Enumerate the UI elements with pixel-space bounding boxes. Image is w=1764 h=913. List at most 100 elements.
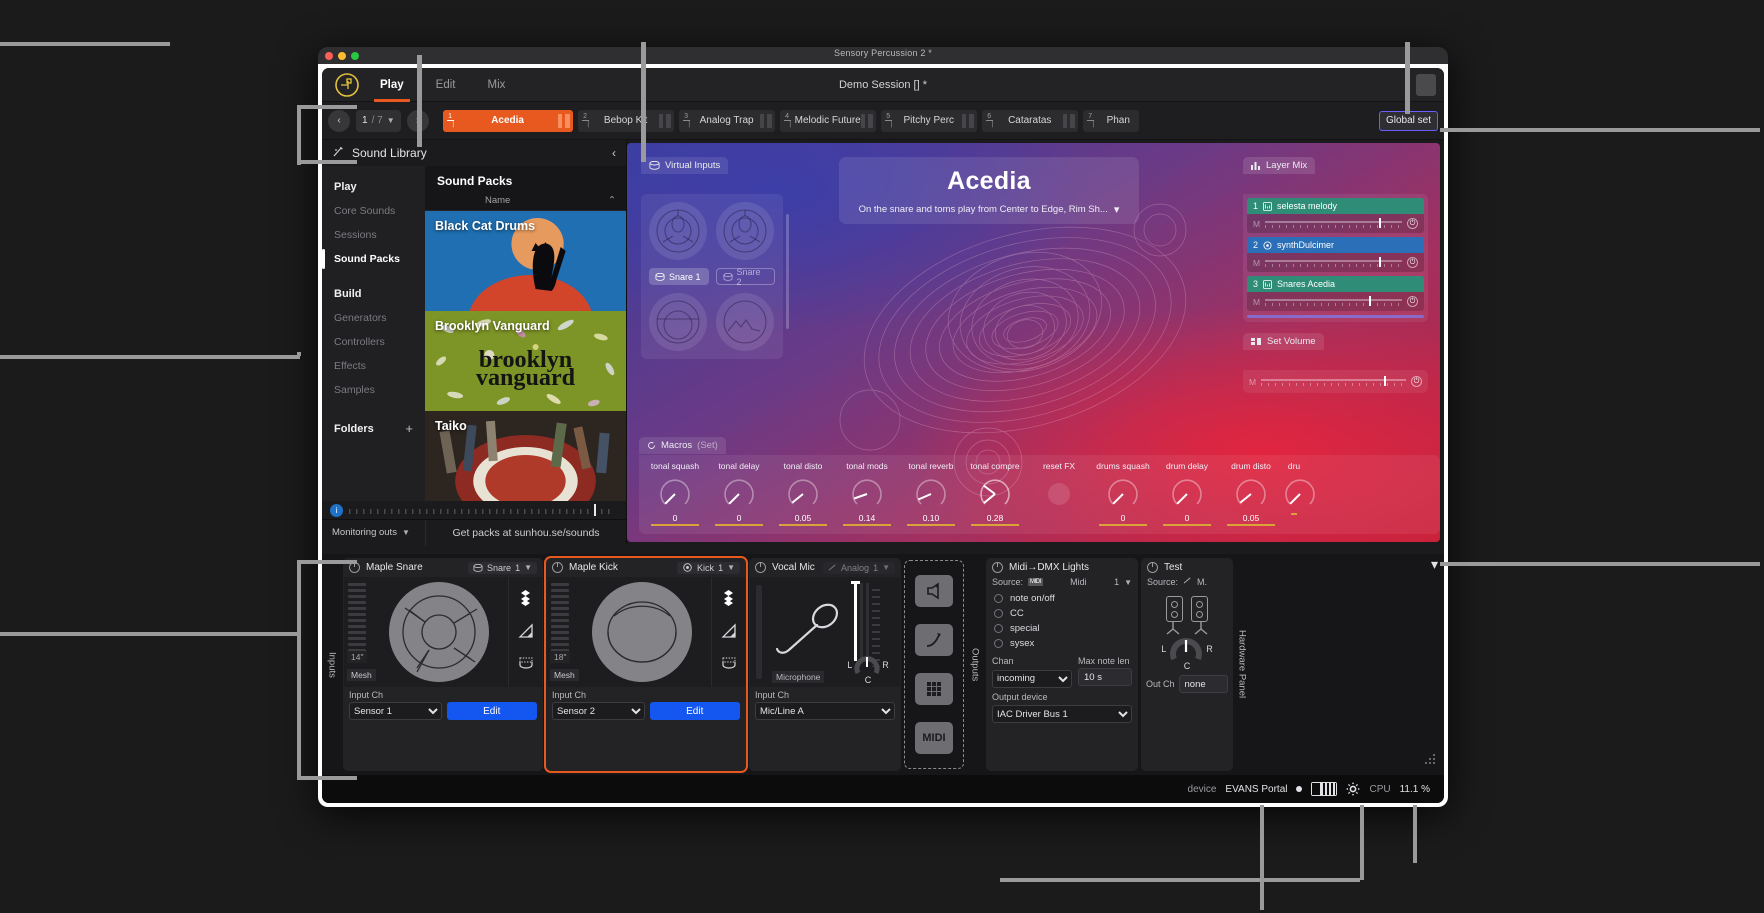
reset-fx-button[interactable]	[1048, 483, 1070, 505]
dynamics-icon[interactable]	[720, 623, 737, 644]
radio-note-on-off[interactable]: note on/off	[994, 593, 1130, 604]
device-badge[interactable]: Kick 1 ▼	[677, 561, 740, 574]
radio-icon[interactable]	[994, 609, 1003, 618]
tab-mix[interactable]: Mix	[472, 68, 522, 102]
cable-icon[interactable]	[915, 624, 953, 657]
test-pan[interactable]: L R C	[1141, 637, 1233, 671]
input-ch-select[interactable]: Sensor 2	[552, 702, 645, 720]
layers-icon[interactable]	[517, 589, 534, 611]
layer-level-slider[interactable]	[1265, 217, 1402, 230]
sidebar-item-effects[interactable]: Effects	[322, 354, 425, 378]
macro-drums-squash[interactable]: drums squash 0	[1091, 461, 1155, 526]
chevron-down-icon[interactable]: ▼	[727, 563, 735, 572]
add-device-dropzone[interactable]: MIDI	[904, 560, 964, 769]
sidebar-item-controllers[interactable]: Controllers	[322, 330, 425, 354]
kit-item-7[interactable]: 7 ⎹ Phan	[1082, 109, 1139, 132]
input-ch-select[interactable]: Sensor 1	[349, 702, 442, 720]
macro-drum-delay[interactable]: drum delay 0	[1155, 461, 1219, 526]
panel-toggle-button[interactable]	[1416, 74, 1436, 96]
device-badge[interactable]: Analog 1 ▼	[823, 561, 895, 574]
macro-tonal-delay[interactable]: tonal delay 0	[707, 461, 771, 526]
collapse-hardware-icon[interactable]: ▾	[1431, 556, 1438, 573]
power-icon[interactable]	[755, 562, 766, 573]
macro-knob[interactable]	[1234, 477, 1268, 511]
virtual-pad-tom-2[interactable]	[715, 293, 774, 351]
macro-tonal-reverb[interactable]: tonal reverb 0.10	[899, 461, 963, 526]
sensor-icon[interactable]	[518, 656, 534, 675]
virtual-pad-snare-2[interactable]	[715, 202, 774, 260]
radio-icon[interactable]	[994, 594, 1003, 603]
column-name[interactable]: Name	[437, 195, 510, 206]
chevron-down-icon[interactable]: ▼	[1124, 578, 1132, 587]
dynamics-icon[interactable]	[517, 623, 534, 644]
drum-diagram-snare[interactable]	[370, 577, 508, 687]
layer-level-slider[interactable]	[1265, 295, 1402, 308]
device-badge[interactable]: Snare 1 ▼	[468, 561, 537, 574]
maxnote-value[interactable]: 10 s	[1078, 668, 1132, 686]
pack-list[interactable]: Black Cat Drums brooklyn vanguard Brookl…	[425, 211, 626, 501]
macro-tonal-squash[interactable]: tonal squash 0	[643, 461, 707, 526]
chevron-down-icon[interactable]: ▼	[882, 563, 890, 572]
vocal-fader-3[interactable]	[866, 583, 869, 661]
virtual-pad-snare-1[interactable]	[649, 202, 707, 260]
macro-partial[interactable]: dru	[1283, 461, 1315, 526]
layer-row-2[interactable]: 2 synthDulcimer M ⏻	[1247, 237, 1424, 272]
virtual-inputs-scrollbar[interactable]	[786, 214, 789, 329]
macro-drum-disto[interactable]: drum disto 0.05	[1219, 461, 1283, 526]
layer-level-slider[interactable]	[1265, 256, 1402, 269]
midi-button[interactable]: MIDI	[915, 721, 953, 754]
get-packs-link[interactable]: Get packs at sunhou.se/sounds	[425, 519, 626, 546]
drum-diagram-kick[interactable]	[573, 577, 711, 687]
set-volume-mute-button[interactable]: M	[1249, 377, 1256, 387]
kit-item-6[interactable]: 6 ⎹ Cataratas	[981, 109, 1078, 132]
layer-header[interactable]: 2 synthDulcimer	[1247, 237, 1424, 253]
macro-knob[interactable]	[786, 477, 820, 511]
chevron-down-icon[interactable]: ▼	[402, 528, 410, 537]
layer-power-icon[interactable]: ⏻	[1407, 257, 1418, 268]
page-indicator[interactable]: 1 / 7 ▼	[356, 109, 401, 132]
macro-reset-fx[interactable]: reset FX	[1027, 461, 1091, 526]
resize-grip-icon[interactable]	[1424, 751, 1437, 769]
kit-item-4[interactable]: 4 ⎹ Melodic Future	[779, 109, 876, 132]
radio-cc[interactable]: CC	[994, 608, 1130, 619]
kit-item-1[interactable]: 1 ⎹ Acedia	[442, 109, 573, 132]
layer-controls[interactable]: M ⏻	[1247, 253, 1424, 272]
virtual-input-button-snare-1[interactable]: Snare 1	[649, 268, 709, 285]
layer-power-icon[interactable]: ⏻	[1407, 296, 1418, 307]
macro-knob[interactable]	[1106, 477, 1140, 511]
sensor-icon[interactable]	[721, 656, 737, 675]
set-volume-slider[interactable]	[1261, 375, 1406, 388]
source-row[interactable]: Source: MIDI Midi 1 ▼	[986, 577, 1138, 590]
device-panel-maple-kick[interactable]: Maple Kick Kick 1 ▼ 18" Mesh Input Ch Se…	[544, 556, 748, 773]
edit-button[interactable]: Edit	[446, 702, 537, 720]
layer-row-3[interactable]: 3 Snares Acedia M ⏻	[1247, 276, 1424, 311]
sidebar-item-sessions[interactable]: Sessions	[322, 223, 425, 247]
sidebar-item-core-sounds[interactable]: Core Sounds	[322, 199, 425, 223]
device-panel-maple-snare[interactable]: Maple Snare Snare 1 ▼ 14" Mesh Input Ch …	[343, 558, 543, 771]
layers-icon[interactable]	[720, 589, 737, 611]
monitoring-outs-dropdown[interactable]: Monitoring outs ▼	[322, 527, 425, 538]
list-item-pack-taiko[interactable]: Taiko	[425, 411, 626, 501]
edit-button[interactable]: Edit	[649, 702, 740, 720]
device-panel-test[interactable]: Test Source: M. L R C Out Ch none	[1141, 558, 1233, 771]
library-volume-slider[interactable]	[349, 504, 614, 516]
layer-row-1[interactable]: 1 selesta melody M ⏻	[1247, 198, 1424, 233]
set-volume-row[interactable]: M ⏻	[1249, 375, 1422, 388]
sidebar-item-sound-packs[interactable]: Sound Packs	[322, 247, 425, 271]
radio-icon[interactable]	[994, 624, 1003, 633]
tab-edit[interactable]: Edit	[420, 68, 472, 102]
layer-header[interactable]: 1 selesta melody	[1247, 198, 1424, 214]
tab-play[interactable]: Play	[364, 68, 420, 102]
output-device-select[interactable]: IAC Driver Bus 1	[992, 705, 1132, 723]
layer-mute-button[interactable]: M	[1253, 297, 1260, 307]
macro-tonal-disto[interactable]: tonal disto 0.05	[771, 461, 835, 526]
macro-tonal-compre[interactable]: tonal compre 0.28	[963, 461, 1027, 526]
layer-mix-scrollbar[interactable]	[1247, 315, 1424, 318]
layer-controls[interactable]: M ⏻	[1247, 214, 1424, 233]
vocal-pan[interactable]: L R C	[846, 655, 890, 685]
macro-knob[interactable]	[1170, 477, 1204, 511]
macro-knob[interactable]	[658, 477, 692, 511]
layer-mute-button[interactable]: M	[1253, 219, 1260, 229]
layer-power-icon[interactable]: ⏻	[1407, 218, 1418, 229]
radio-sysex[interactable]: sysex	[994, 638, 1130, 649]
